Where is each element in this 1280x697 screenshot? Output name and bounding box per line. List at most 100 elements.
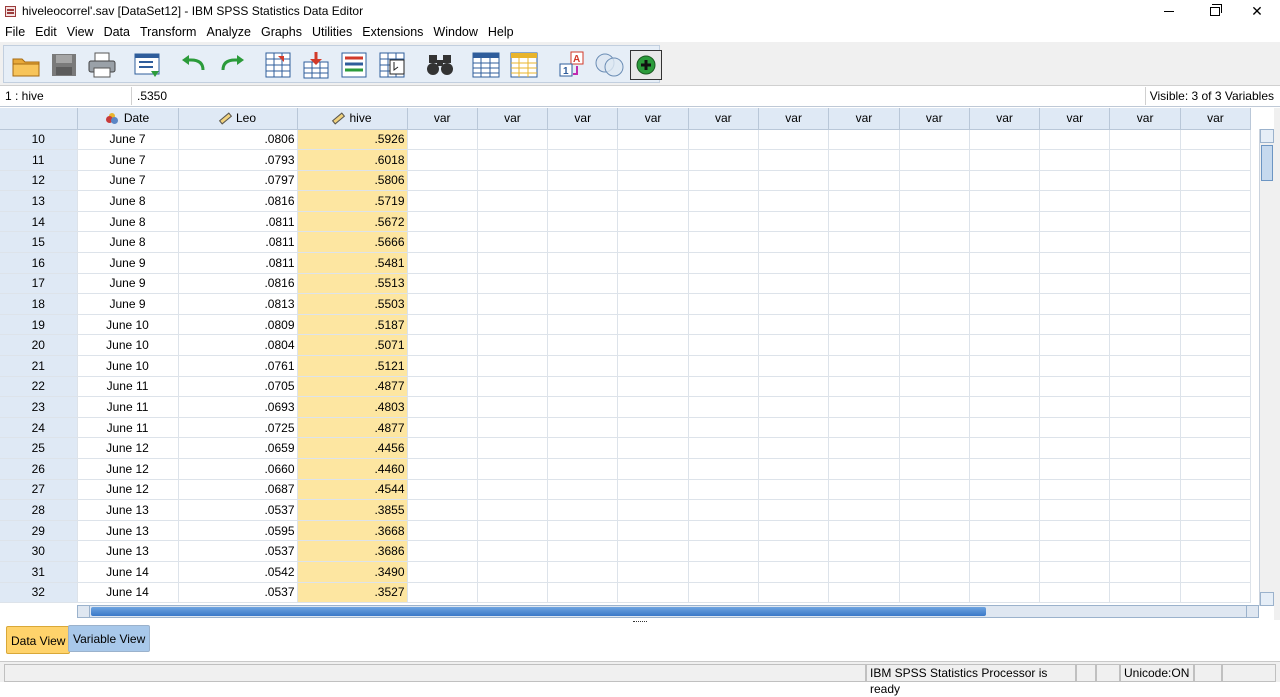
cell-empty[interactable]: [1039, 376, 1111, 398]
cell-empty[interactable]: [1180, 334, 1252, 357]
menu-help[interactable]: Help: [483, 22, 519, 42]
cell-hive[interactable]: .5719: [297, 190, 408, 212]
cell-empty[interactable]: [547, 479, 619, 501]
cell-leo[interactable]: .0816: [178, 273, 298, 295]
cell-empty[interactable]: [1039, 540, 1111, 562]
cell-empty[interactable]: [547, 417, 619, 439]
cell-hive[interactable]: .5513: [297, 273, 408, 295]
cell-empty[interactable]: [688, 520, 759, 542]
cell-empty[interactable]: [828, 293, 900, 315]
cell-empty[interactable]: [1109, 520, 1181, 542]
cell-empty[interactable]: [477, 479, 549, 501]
cell-empty[interactable]: [617, 314, 689, 336]
goto-case-icon[interactable]: [262, 50, 294, 80]
cell-empty[interactable]: [899, 540, 970, 562]
menu-edit[interactable]: Edit: [30, 22, 62, 42]
column-header-var[interactable]: var: [1180, 108, 1252, 130]
cell-empty[interactable]: [547, 334, 619, 357]
cell-empty[interactable]: [547, 252, 619, 274]
cell-empty[interactable]: [688, 231, 759, 254]
cell-empty[interactable]: [617, 417, 689, 439]
cell-empty[interactable]: [688, 396, 759, 418]
column-header-var[interactable]: var: [407, 108, 478, 130]
cell-empty[interactable]: [1180, 520, 1252, 542]
menu-utilities[interactable]: Utilities: [307, 22, 357, 42]
cell-empty[interactable]: [617, 376, 689, 398]
cell-empty[interactable]: [758, 293, 830, 315]
cell-empty[interactable]: [617, 129, 689, 151]
column-header-var[interactable]: var: [477, 108, 549, 130]
cell-empty[interactable]: [1180, 499, 1252, 521]
cell-empty[interactable]: [1109, 417, 1181, 439]
cell-empty[interactable]: [617, 211, 689, 233]
column-header-date[interactable]: Date: [77, 108, 179, 130]
cell-empty[interactable]: [969, 293, 1041, 315]
cell-leo[interactable]: .0813: [178, 293, 298, 315]
cell-empty[interactable]: [1109, 479, 1181, 501]
cell-empty[interactable]: [969, 129, 1041, 151]
cell-empty[interactable]: [1109, 170, 1181, 192]
use-variable-sets-icon[interactable]: [594, 50, 626, 80]
cell-empty[interactable]: [1109, 273, 1181, 295]
cell-empty[interactable]: [1109, 458, 1181, 480]
cell-empty[interactable]: [969, 499, 1041, 521]
show-all-variables-icon[interactable]: [630, 50, 662, 80]
cell-empty[interactable]: [477, 314, 549, 336]
cell-empty[interactable]: [1180, 396, 1252, 418]
cell-empty[interactable]: [828, 314, 900, 336]
row-number[interactable]: 30: [0, 540, 78, 562]
cell-empty[interactable]: [407, 540, 478, 562]
cell-empty[interactable]: [407, 458, 478, 480]
cell-empty[interactable]: [828, 190, 900, 212]
cell-empty[interactable]: [407, 417, 478, 439]
cell-empty[interactable]: [1109, 211, 1181, 233]
cell-date[interactable]: June 12: [77, 479, 179, 501]
cell-date[interactable]: June 12: [77, 437, 179, 459]
cell-empty[interactable]: [828, 458, 900, 480]
cell-empty[interactable]: [899, 252, 970, 274]
cell-leo[interactable]: .0811: [178, 231, 298, 254]
vertical-scroll-thumb[interactable]: [1261, 145, 1273, 181]
cell-empty[interactable]: [547, 355, 619, 377]
cell-leo[interactable]: .0809: [178, 314, 298, 336]
cell-empty[interactable]: [1039, 190, 1111, 212]
cell-empty[interactable]: [617, 479, 689, 501]
cell-empty[interactable]: [828, 499, 900, 521]
cell-empty[interactable]: [758, 129, 830, 151]
cell-empty[interactable]: [617, 252, 689, 274]
cell-hive[interactable]: .5481: [297, 252, 408, 274]
cell-empty[interactable]: [969, 190, 1041, 212]
cell-empty[interactable]: [969, 437, 1041, 459]
cell-empty[interactable]: [617, 170, 689, 192]
cell-empty[interactable]: [617, 582, 689, 604]
cell-empty[interactable]: [688, 273, 759, 295]
cell-empty[interactable]: [1109, 561, 1181, 583]
cell-empty[interactable]: [1039, 149, 1111, 171]
cell-empty[interactable]: [688, 170, 759, 192]
cell-leo[interactable]: .0687: [178, 479, 298, 501]
cell-empty[interactable]: [969, 520, 1041, 542]
cell-empty[interactable]: [407, 129, 478, 151]
cell-empty[interactable]: [547, 437, 619, 459]
cell-empty[interactable]: [407, 293, 478, 315]
cell-empty[interactable]: [1180, 252, 1252, 274]
cell-empty[interactable]: [899, 417, 970, 439]
restore-button[interactable]: [1192, 0, 1238, 22]
cell-empty[interactable]: [828, 170, 900, 192]
cell-empty[interactable]: [1039, 334, 1111, 357]
cell-hive[interactable]: .4544: [297, 479, 408, 501]
cell-empty[interactable]: [477, 211, 549, 233]
row-number[interactable]: 29: [0, 520, 78, 542]
cell-empty[interactable]: [617, 520, 689, 542]
cell-empty[interactable]: [828, 561, 900, 583]
cell-empty[interactable]: [828, 417, 900, 439]
cell-empty[interactable]: [1039, 273, 1111, 295]
cell-empty[interactable]: [828, 231, 900, 254]
cell-empty[interactable]: [828, 334, 900, 357]
cell-empty[interactable]: [828, 396, 900, 418]
print-icon[interactable]: [86, 50, 118, 80]
cell-leo[interactable]: .0797: [178, 170, 298, 192]
cell-empty[interactable]: [969, 479, 1041, 501]
cell-empty[interactable]: [758, 499, 830, 521]
cell-leo[interactable]: .0811: [178, 252, 298, 274]
